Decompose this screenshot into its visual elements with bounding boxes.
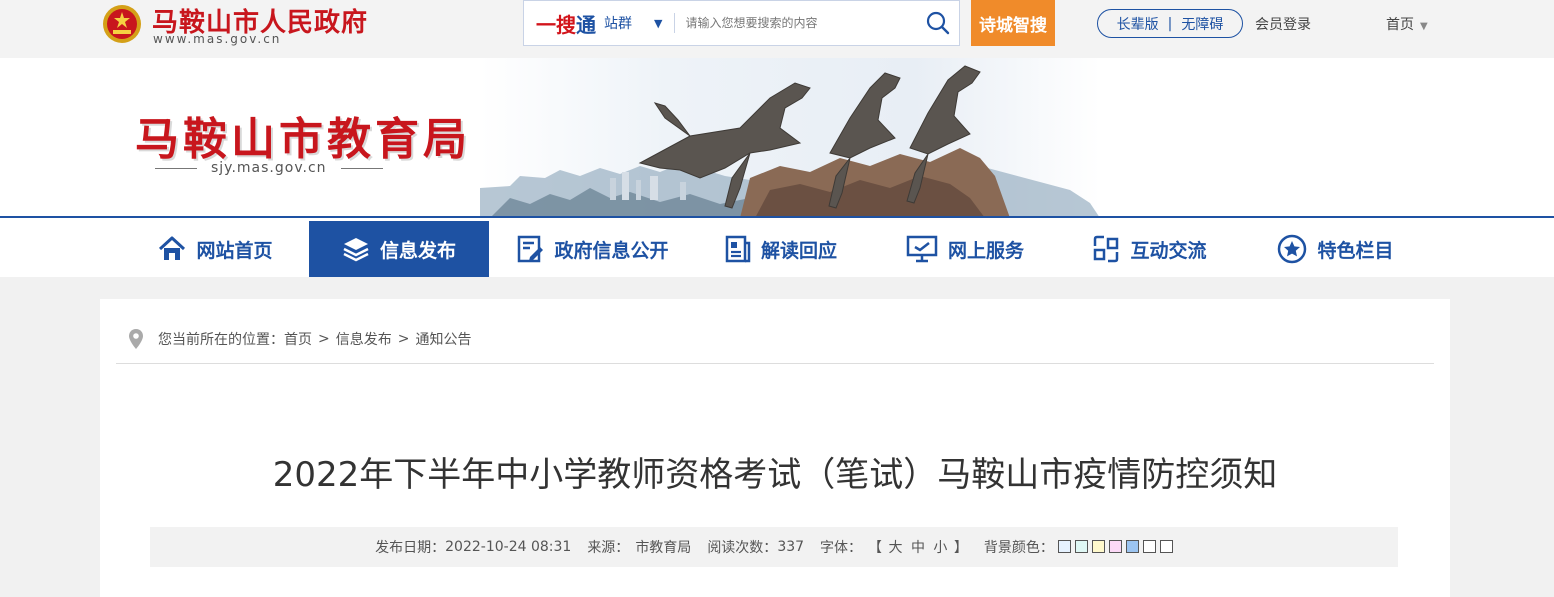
bg-color-swatch[interactable] <box>1125 540 1139 553</box>
breadcrumb-sep: > <box>397 331 410 347</box>
nav-label: 政府信息公开 <box>554 239 669 262</box>
nav-label: 特色栏目 <box>1317 239 1394 262</box>
home-dropdown-label: 首页 <box>1386 17 1414 33</box>
nav-item-interpretation[interactable]: 解读回应 <box>706 221 856 277</box>
poetry-search-button[interactable]: 诗城智搜 <box>971 0 1055 46</box>
pill-separator: | <box>1167 15 1173 32</box>
accessibility-pill: 长辈版 | 无障碍 <box>1097 9 1243 38</box>
search-divider <box>674 13 676 33</box>
home-icon <box>159 236 186 260</box>
main-nav: 网站首页 信息发布 政府信息公开 解读回应 网上服务 互动交流 特色栏目 <box>0 218 1554 277</box>
star-circle-icon <box>1278 234 1307 264</box>
font-bracket-close: 】 <box>953 540 968 556</box>
font-size-label: 字体： <box>820 540 863 556</box>
bg-color-swatch[interactable] <box>1142 540 1156 553</box>
elder-mode-link[interactable]: 长辈版 <box>1117 14 1159 34</box>
font-size-controls: 【 大 中 小 】 <box>868 537 968 557</box>
member-login-link[interactable]: 会员登录 <box>1255 14 1311 34</box>
nav-item-interaction[interactable]: 互动交流 <box>1077 221 1222 277</box>
search-scope-label[interactable]: 站群 <box>604 13 632 33</box>
font-bracket-open: 【 <box>868 540 883 556</box>
bg-color-swatch[interactable] <box>1074 540 1088 553</box>
breadcrumb-divider <box>116 363 1434 364</box>
dept-name[interactable]: 马鞍山市教育局 <box>135 103 471 167</box>
views-label: 阅读次数： <box>707 540 778 556</box>
home-dropdown[interactable]: 首页 ▼ <box>1386 14 1428 34</box>
site-search: 一搜通 站群 ▼ <box>523 0 960 46</box>
bg-color-swatches <box>1054 539 1173 555</box>
source-value: 市教育局 <box>635 540 692 556</box>
breadcrumb-sep: > <box>318 331 330 347</box>
bg-color-swatch[interactable] <box>1091 540 1105 553</box>
breadcrumb-home[interactable]: 首页 <box>284 329 312 349</box>
scope-dropdown-icon[interactable]: ▼ <box>654 17 662 30</box>
divider <box>155 167 197 169</box>
breadcrumb: 您当前所在的位置： 首页 > 信息发布 > 通知公告 <box>128 328 471 350</box>
font-medium-button[interactable]: 中 <box>911 540 925 556</box>
interaction-icon <box>1094 235 1119 263</box>
publish-date: 2022-10-24 08:31 <box>445 539 572 555</box>
publish-date-label: 发布日期： <box>375 540 446 556</box>
nav-label: 信息发布 <box>379 239 456 262</box>
nav-label: 互动交流 <box>1130 239 1207 262</box>
bg-color-swatch[interactable] <box>1108 540 1122 553</box>
bg-color-label: 背景颜色： <box>983 540 1054 556</box>
nav-item-home[interactable]: 网站首页 <box>128 221 303 277</box>
dept-domain-row: sjy.mas.gov.cn <box>155 159 455 177</box>
views-count: 337 <box>777 539 805 555</box>
article-panel: 您当前所在的位置： 首页 > 信息发布 > 通知公告 2022年下半年中小学教师… <box>100 299 1450 597</box>
search-icon[interactable] <box>925 10 951 36</box>
breadcrumb-info-release[interactable]: 信息发布 <box>336 329 392 349</box>
monitor-icon <box>906 235 938 263</box>
nav-item-online-service[interactable]: 网上服务 <box>890 221 1040 277</box>
gov-site-domain: www.mas.gov.cn <box>153 32 282 46</box>
divider <box>340 167 383 169</box>
chevron-down-icon: ▼ <box>1420 21 1428 32</box>
site-banner: 马鞍山市教育局 sjy.mas.gov.cn <box>0 58 1554 218</box>
search-input[interactable] <box>685 16 886 30</box>
font-large-button[interactable]: 大 <box>889 540 903 556</box>
font-small-button[interactable]: 小 <box>933 540 947 556</box>
search-brand: 一搜通 <box>536 12 596 37</box>
bg-color-swatch[interactable] <box>1159 540 1173 553</box>
article-meta-bar: 发布日期： 2022-10-24 08:31 来源： 市教育局 阅读次数： 33… <box>150 527 1398 567</box>
source-label: 来源： <box>587 540 630 556</box>
bg-color-swatch[interactable] <box>1057 540 1071 553</box>
nav-label: 网站首页 <box>196 239 273 262</box>
breadcrumb-notices[interactable]: 通知公告 <box>415 329 471 349</box>
layers-icon <box>343 238 369 262</box>
top-bar: 马鞍山市人民政府 www.mas.gov.cn 一搜通 站群 ▼ 诗城智搜 长辈… <box>0 0 1554 58</box>
nav-label: 解读回应 <box>760 239 837 262</box>
location-pin-icon <box>129 329 143 349</box>
nav-label: 网上服务 <box>947 239 1024 262</box>
article-title: 2022年下半年中小学教师资格考试（笔试）马鞍山市疫情防控须知 <box>272 455 1278 495</box>
breadcrumb-prefix: 您当前所在的位置： <box>158 332 284 348</box>
horse-sculpture-image <box>480 65 1100 218</box>
document-edit-icon <box>518 235 544 263</box>
national-emblem-icon <box>103 5 141 43</box>
dept-domain: sjy.mas.gov.cn <box>211 160 327 176</box>
nav-item-featured[interactable]: 特色栏目 <box>1263 221 1408 277</box>
newspaper-icon <box>725 235 751 263</box>
accessible-mode-link[interactable]: 无障碍 <box>1181 14 1223 34</box>
nav-item-info-release[interactable]: 信息发布 <box>309 221 489 277</box>
nav-item-gov-info[interactable]: 政府信息公开 <box>495 221 690 277</box>
